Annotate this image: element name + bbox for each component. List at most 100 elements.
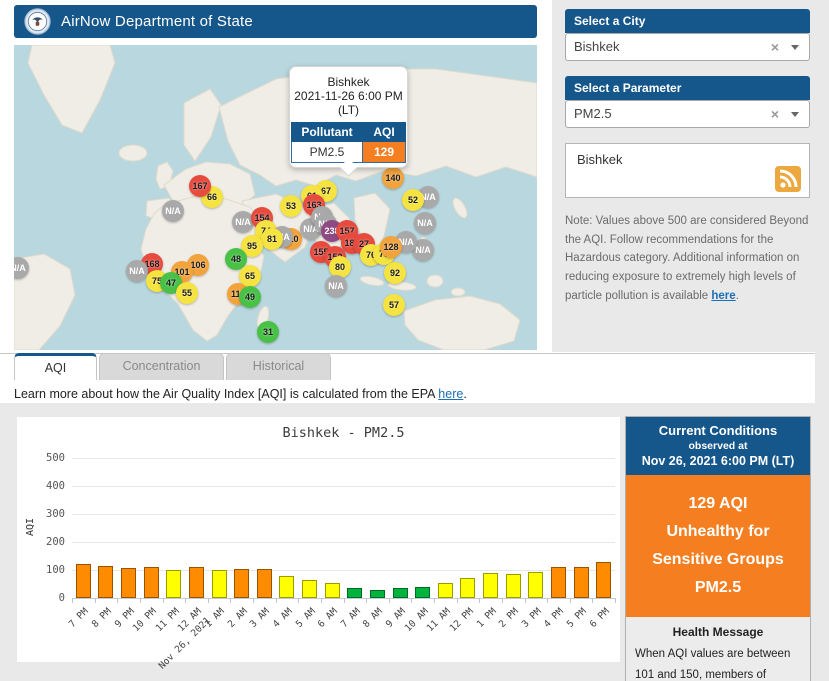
chart-x-tickmark: [343, 598, 345, 603]
city-select-value: Bishkek: [574, 39, 620, 54]
chart-x-tickmark: [139, 598, 141, 603]
tab-aqi[interactable]: AQI: [14, 353, 97, 380]
city-select[interactable]: Bishkek ×: [565, 33, 810, 61]
aqi-bar[interactable]: [550, 567, 566, 598]
rss-icon[interactable]: [775, 166, 801, 192]
aqi-bar[interactable]: [483, 573, 499, 598]
aqi-marker[interactable]: N/A: [162, 200, 184, 222]
chart-x-tickmark: [320, 598, 322, 603]
city-caret-icon[interactable]: [791, 45, 799, 50]
parameter-select[interactable]: PM2.5 ×: [565, 100, 810, 128]
chart-x-tickmark: [185, 598, 187, 603]
aqi-bar[interactable]: [596, 562, 612, 598]
chart-x-tickmark: [72, 598, 73, 603]
aqi-bar[interactable]: [211, 570, 227, 598]
parameter-caret-icon[interactable]: [791, 112, 799, 117]
aqi-chart: Bishkek - PM2.5 AQI 0 100 200 300 400 500 7 PM…: [17, 417, 620, 671]
aqi-note: Note: Values above 500 are considered Be…: [565, 212, 812, 305]
note-suffix: .: [735, 289, 739, 302]
learn-more-text: Learn more about how the Air Quality Ind…: [14, 387, 439, 401]
aqi-bar[interactable]: [166, 570, 182, 598]
chart-x-tickmark: [230, 598, 232, 603]
note-here-link[interactable]: here: [711, 290, 735, 302]
chart-x-tickmark: [162, 598, 164, 603]
parameter-select-value: PM2.5: [574, 106, 612, 121]
aqi-bar[interactable]: [302, 580, 318, 598]
aqi-marker[interactable]: N/A: [414, 212, 436, 234]
aqi-bar[interactable]: [437, 583, 453, 598]
city-clear-icon[interactable]: ×: [771, 34, 779, 60]
aqi-bar[interactable]: [505, 574, 521, 598]
aqi-marker[interactable]: 55: [176, 282, 198, 304]
chart-gridline: [72, 542, 615, 543]
chart-x-tickmark: [615, 598, 616, 603]
aqi-bar[interactable]: [121, 568, 137, 598]
popup-timezone: (LT): [337, 103, 360, 117]
current-aqi-box: 129 AQI Unhealthy for Sensitive Groups P…: [626, 475, 810, 617]
aqi-bar[interactable]: [573, 567, 589, 598]
chart-x-tickmark: [298, 598, 300, 603]
current-conditions-panel: Current Conditions observed at Nov 26, 2…: [625, 416, 811, 681]
health-message-text: When AQI values are between 101 and 150,…: [635, 648, 791, 681]
aqi-marker[interactable]: 53: [280, 195, 302, 217]
health-message-box: Health Message When AQI values are betwe…: [626, 617, 810, 681]
aqi-bar[interactable]: [460, 578, 476, 598]
chart-gridline: [72, 486, 615, 487]
aqi-bar[interactable]: [234, 569, 250, 598]
map-popup: Bishkek 2021-11-26 6:00 PM (LT) Pollutan…: [289, 66, 408, 177]
tabs-background: [552, 352, 815, 403]
aqi-marker[interactable]: 92: [384, 262, 406, 284]
aqi-bar[interactable]: [324, 583, 340, 598]
aqi-marker[interactable]: N/A: [126, 260, 148, 282]
aqi-bar[interactable]: [347, 588, 363, 598]
popup-aqi-value: 129: [362, 141, 406, 163]
aqi-bar[interactable]: [392, 588, 408, 598]
chart-x-tickmark: [207, 598, 209, 603]
aqi-marker[interactable]: 167: [189, 175, 211, 197]
tab-concentration[interactable]: Concentration: [99, 353, 224, 380]
aqi-bar[interactable]: [369, 590, 385, 598]
chart-x-tickmark: [94, 598, 96, 603]
dos-seal-icon: [24, 8, 51, 35]
chart-x-tickmark: [434, 598, 435, 603]
popup-datetime: 2021-11-26 6:00 PM: [294, 89, 403, 103]
current-aqi-value: 129 AQI: [688, 495, 748, 512]
world-map[interactable]: 66167N/A53N/A15474120N/A819548168N/A1061…: [14, 45, 537, 350]
aqi-bar[interactable]: [528, 572, 544, 598]
aqi-marker[interactable]: 49: [239, 286, 261, 308]
aqi-marker[interactable]: 128: [380, 236, 402, 258]
app-header: AirNow Department of State: [14, 5, 537, 38]
learn-more-suffix: .: [463, 387, 467, 401]
learn-more-line: Learn more about how the Air Quality Ind…: [14, 387, 467, 401]
aqi-bar[interactable]: [256, 569, 272, 598]
learn-more-here-link[interactable]: here: [438, 387, 463, 401]
aqi-marker[interactable]: 81: [261, 228, 283, 250]
chart-y-tick-label: 0: [58, 592, 65, 604]
chart-x-tickmark: [479, 598, 481, 603]
aqi-bar[interactable]: [279, 576, 295, 598]
aqi-marker[interactable]: N/A: [325, 275, 347, 297]
chart-y-tick-label: 300: [46, 508, 65, 520]
current-conditions-title: Current Conditions: [658, 423, 778, 438]
chart-gridline: [72, 514, 615, 515]
chart-y-tick-label: 400: [46, 480, 65, 492]
aqi-bar[interactable]: [143, 567, 159, 598]
feed-box: Bishkek: [565, 143, 810, 198]
chart-x-tickmark: [117, 598, 119, 603]
popup-pollutant-value: PM2.5: [291, 141, 363, 163]
aqi-marker[interactable]: 57: [383, 294, 405, 316]
chart-y-tick-label: 200: [46, 536, 65, 548]
aqi-marker[interactable]: 52: [402, 189, 424, 211]
aqi-bar[interactable]: [188, 567, 204, 598]
aqi-bar[interactable]: [98, 566, 114, 598]
parameter-clear-icon[interactable]: ×: [771, 101, 779, 127]
popup-table: Pollutant AQI PM2.5 129: [291, 122, 406, 163]
current-conditions-subtitle: observed at: [688, 440, 748, 452]
tab-historical[interactable]: Historical: [226, 353, 331, 380]
aqi-marker[interactable]: 140: [382, 167, 404, 189]
aqi-bar[interactable]: [415, 587, 431, 598]
health-message-title: Health Message: [672, 625, 764, 639]
aqi-bar[interactable]: [75, 564, 91, 598]
chart-x-tickmark: [501, 598, 503, 603]
aqi-marker[interactable]: 31: [257, 321, 279, 343]
